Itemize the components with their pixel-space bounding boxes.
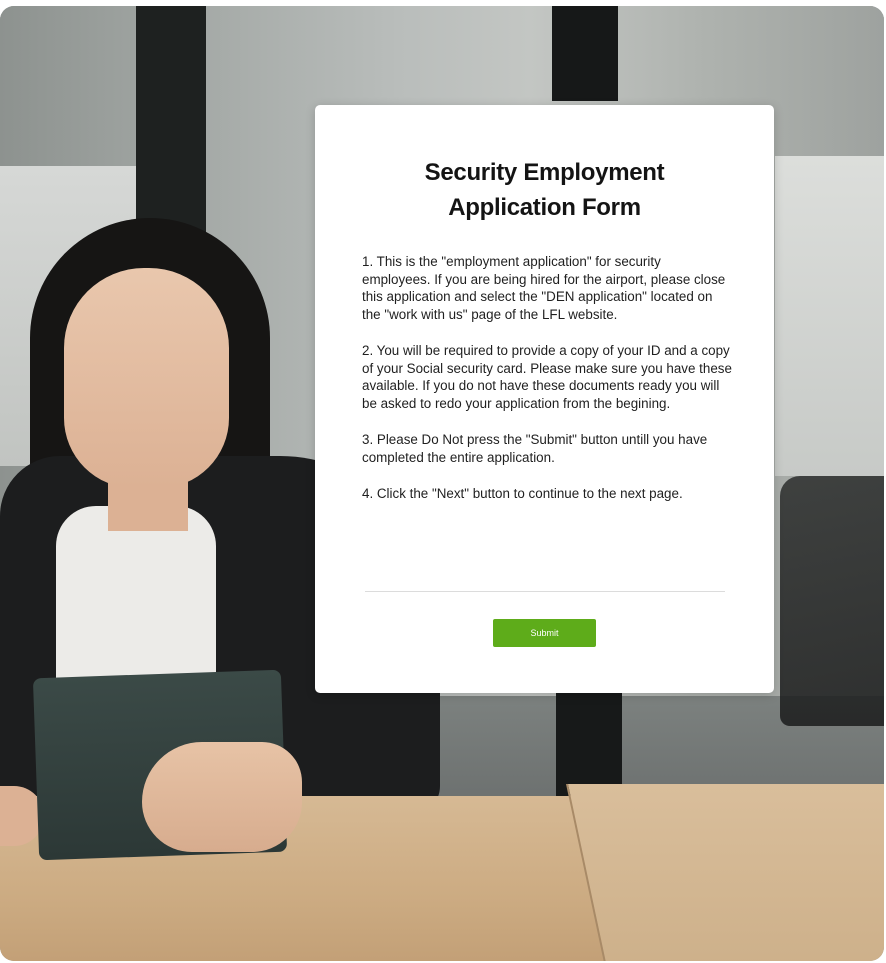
table-surface [566, 784, 884, 961]
submit-button[interactable]: Submit [493, 619, 596, 647]
background-pillar [136, 6, 206, 246]
dialog-title-line: Application Form [448, 194, 641, 221]
divider [365, 591, 725, 592]
instructions: 1. This is the "employment application" … [362, 253, 732, 522]
background-window-right [775, 156, 884, 476]
application-dialog: Security Employment Application Form 1. … [315, 105, 774, 693]
dialog-title: Security Employment Application Form [315, 155, 774, 225]
background-chair [780, 476, 884, 726]
instruction-paragraph: 1. This is the "employment application" … [362, 254, 726, 322]
instruction-paragraph: 3. Please Do Not press the "Submit" butt… [362, 432, 708, 465]
background-pillar [552, 6, 618, 101]
page-frame: Security Employment Application Form 1. … [0, 6, 884, 961]
dialog-title-line: Security Employment [424, 159, 665, 186]
person-face [64, 268, 229, 488]
instruction-paragraph: 2. You will be required to provide a cop… [362, 343, 732, 411]
person-hand [142, 742, 302, 852]
instruction-paragraph: 4. Click the "Next" button to continue t… [362, 486, 683, 501]
